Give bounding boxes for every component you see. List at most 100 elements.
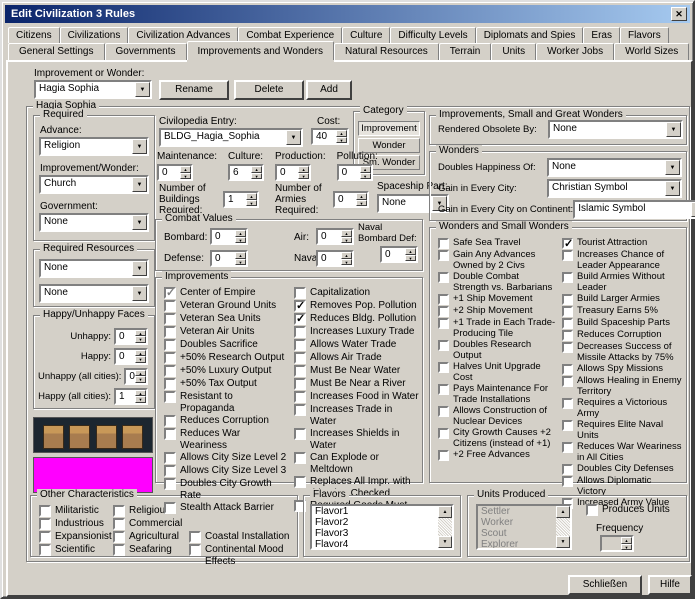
naval-bombard-def-spinner[interactable]: 0 ▲▼ bbox=[380, 246, 418, 263]
scrollbar[interactable]: ▲ ▼ bbox=[438, 506, 452, 548]
checkbox[interactable] bbox=[562, 294, 573, 305]
civilopedia-entry-dropdown[interactable]: BLDG_Hagia_Sophia ▼ bbox=[159, 128, 303, 147]
produces-units-checkbox[interactable] bbox=[586, 504, 598, 516]
checkbox-row[interactable]: Commercial bbox=[113, 518, 185, 530]
spinner-down-icon[interactable]: ▼ bbox=[298, 173, 309, 180]
checkbox[interactable] bbox=[294, 404, 306, 416]
wonder-row-dropdown[interactable]: None ▼ bbox=[547, 158, 682, 177]
checkbox[interactable] bbox=[562, 238, 573, 249]
scrollbar-track[interactable] bbox=[438, 518, 452, 536]
checkbox[interactable] bbox=[438, 238, 449, 249]
tab[interactable]: Improvements and Wonders bbox=[187, 41, 334, 60]
checkbox[interactable] bbox=[164, 391, 176, 403]
checkbox-row[interactable]: Reduces Corruption bbox=[562, 330, 682, 341]
checkbox-row[interactable]: Can Explode or Meltdown bbox=[294, 452, 420, 475]
checkbox[interactable] bbox=[294, 339, 306, 351]
checkbox[interactable] bbox=[562, 318, 573, 329]
dropdown-arrow-icon[interactable]: ▼ bbox=[132, 139, 147, 154]
spinner-down-icon[interactable]: ▼ bbox=[180, 173, 191, 180]
checkbox-row[interactable]: Must Be Near a River bbox=[294, 378, 420, 390]
checkbox[interactable] bbox=[438, 362, 449, 373]
tab[interactable]: Culture bbox=[342, 27, 390, 43]
air-spinner[interactable]: 0 ▲▼ bbox=[316, 228, 354, 245]
list-item[interactable]: Scout bbox=[478, 528, 556, 539]
dropdown-arrow-icon[interactable]: ▼ bbox=[286, 130, 301, 145]
checkbox[interactable] bbox=[164, 352, 176, 364]
checkbox-row[interactable]: Continental Mood Effects bbox=[189, 544, 295, 567]
checkbox[interactable] bbox=[189, 531, 201, 543]
resource-dropdown[interactable]: None ▼ bbox=[39, 259, 149, 278]
stat-spinner[interactable]: 0 ▲ ▼ bbox=[275, 164, 311, 181]
checkbox-row[interactable]: Removes Pop. Pollution bbox=[294, 300, 420, 312]
dropdown-arrow-icon[interactable]: ▼ bbox=[132, 261, 147, 276]
checkbox[interactable] bbox=[164, 378, 176, 390]
dropdown-arrow-icon[interactable]: ▼ bbox=[132, 177, 147, 192]
checkbox[interactable] bbox=[562, 442, 573, 453]
checkbox[interactable] bbox=[294, 428, 306, 440]
checkbox-row[interactable]: Doubles City Defenses bbox=[562, 464, 682, 475]
defense-spinner[interactable]: 0 ▲▼ bbox=[210, 250, 248, 267]
checkbox-row[interactable]: City Growth Causes +2 Citizens (instead … bbox=[438, 428, 556, 449]
checkbox-row[interactable]: +2 Ship Movement bbox=[438, 306, 556, 317]
dropdown-arrow-icon[interactable]: ▼ bbox=[665, 181, 680, 196]
armies-required-spinner[interactable]: 0 ▲ ▼ bbox=[333, 191, 369, 208]
checkbox-row[interactable]: Veteran Air Units bbox=[164, 326, 288, 338]
checkbox[interactable] bbox=[562, 376, 573, 387]
spinner-down-icon[interactable]: ▼ bbox=[135, 396, 146, 403]
checkbox[interactable] bbox=[438, 306, 449, 317]
improvement-selector-dropdown[interactable]: Hagia Sophia ▼ bbox=[34, 80, 152, 99]
checkbox-row[interactable]: Safe Sea Travel bbox=[438, 238, 556, 249]
scroll-up-icon[interactable]: ▲ bbox=[556, 506, 570, 518]
checkbox-row[interactable]: Gain Any Advances Owned by 2 Civs bbox=[438, 250, 556, 271]
checkbox[interactable] bbox=[562, 420, 573, 431]
checkbox[interactable] bbox=[438, 428, 449, 439]
checkbox-row[interactable]: Reduces War Weariness in All Cities bbox=[562, 442, 682, 463]
checkbox[interactable] bbox=[294, 391, 306, 403]
checkbox[interactable] bbox=[438, 318, 449, 329]
spinner-down-icon[interactable]: ▼ bbox=[235, 259, 246, 266]
spinner-down-icon[interactable]: ▼ bbox=[360, 173, 371, 180]
spinner-down-icon[interactable]: ▼ bbox=[135, 376, 146, 383]
units-produced-listbox[interactable]: Settler Worker Scout Explorer ▲ ▼ bbox=[476, 504, 572, 550]
tab[interactable]: Natural Resources bbox=[334, 43, 439, 60]
checkbox[interactable] bbox=[562, 476, 573, 487]
checkbox[interactable] bbox=[164, 313, 176, 325]
checkbox-row[interactable]: +1 Ship Movement bbox=[438, 294, 556, 305]
spinner-down-icon[interactable]: ▼ bbox=[336, 137, 347, 144]
checkbox[interactable] bbox=[294, 352, 306, 364]
spinner-down-icon[interactable]: ▼ bbox=[251, 173, 262, 180]
title-bar[interactable]: Edit Civilization 3 Rules ✕ bbox=[5, 5, 690, 23]
checkbox[interactable] bbox=[294, 452, 306, 464]
checkbox-row[interactable]: Increases Trade in Water bbox=[294, 404, 420, 427]
spinner-down-icon[interactable]: ▼ bbox=[246, 200, 257, 207]
face-spinner[interactable]: 0 ▲ ▼ bbox=[114, 328, 148, 345]
checkbox-row[interactable]: Pays Maintenance For Trade Installations bbox=[438, 384, 556, 405]
dropdown-arrow-icon[interactable]: ▼ bbox=[132, 286, 147, 301]
checkbox[interactable] bbox=[562, 342, 573, 353]
government-dropdown[interactable]: None ▼ bbox=[39, 213, 149, 232]
checkbox-row[interactable]: Reduces Bldg. Pollution bbox=[294, 313, 420, 325]
checkbox[interactable] bbox=[164, 365, 176, 377]
checkbox-row[interactable]: Requires Elite Naval Units bbox=[562, 420, 682, 441]
tab[interactable]: Worker Jobs bbox=[536, 43, 614, 60]
checkbox-row[interactable]: Halves Unit Upgrade Cost bbox=[438, 362, 556, 383]
checkbox[interactable] bbox=[39, 505, 51, 517]
checkbox[interactable] bbox=[164, 326, 176, 338]
tab[interactable]: Citizens bbox=[8, 27, 60, 43]
checkbox[interactable] bbox=[294, 365, 306, 377]
checkbox[interactable] bbox=[113, 531, 125, 543]
checkbox[interactable] bbox=[562, 306, 573, 317]
spinner-down-icon[interactable]: ▼ bbox=[341, 259, 352, 266]
checkbox-row[interactable]: Scientific bbox=[39, 544, 105, 556]
checkbox-row[interactable]: +50% Tax Output bbox=[164, 378, 288, 390]
checkbox-row[interactable]: Build Larger Armies bbox=[562, 294, 682, 305]
checkbox[interactable] bbox=[294, 287, 306, 299]
tab[interactable]: Terrain bbox=[439, 43, 492, 60]
checkbox[interactable] bbox=[294, 378, 306, 390]
face-spinner[interactable]: 0 ▲ ▼ bbox=[114, 348, 148, 365]
checkbox[interactable] bbox=[294, 313, 306, 325]
checkbox[interactable] bbox=[438, 272, 449, 283]
category-option-button[interactable]: Improvement bbox=[358, 121, 420, 136]
checkbox[interactable] bbox=[438, 450, 449, 461]
checkbox-row[interactable]: Resistant to Propaganda bbox=[164, 391, 288, 414]
